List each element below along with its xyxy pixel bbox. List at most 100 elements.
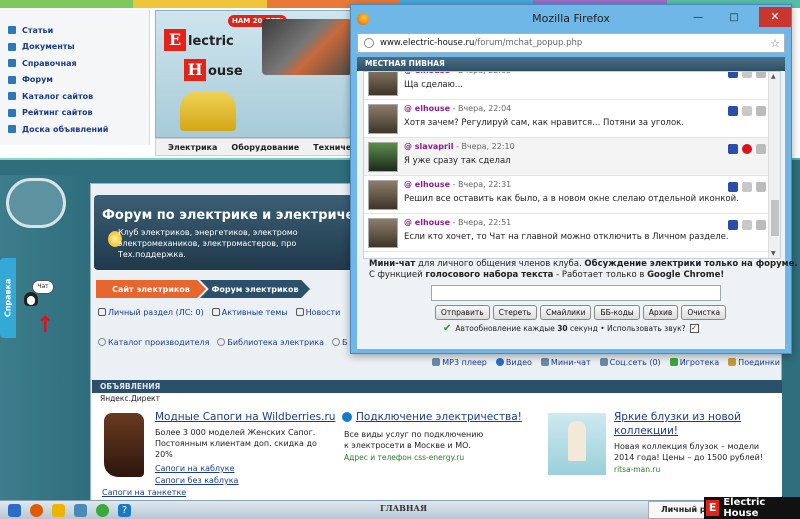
active-topics-link[interactable]: Активные темы	[211, 307, 288, 317]
side-nav-label: Справочная	[22, 58, 77, 68]
ad-blouses-title[interactable]: Яркие блузки из новой	[614, 411, 741, 423]
chat-message-input[interactable]	[431, 285, 721, 301]
erase-button[interactable]: Стереть	[492, 305, 538, 320]
message-user[interactable]: @ elhouse	[404, 218, 450, 227]
help-icon[interactable]: ?	[118, 504, 131, 517]
side-nav-item[interactable]: Доска объявлений	[8, 121, 149, 138]
message-header: @ elhouse - Вчера, 22:04	[404, 104, 511, 113]
duels-link[interactable]: Поединки	[728, 357, 780, 367]
send-button[interactable]: Отправить	[435, 305, 490, 320]
ad-link-wedge[interactable]: Сапоги на танкетке	[102, 487, 186, 499]
pm-icon[interactable]	[728, 72, 738, 78]
ad-electricity-title[interactable]: Подключение электричества!	[356, 411, 522, 423]
ad-blouses-title-2[interactable]: коллекции!	[614, 425, 678, 437]
toolbar-handle[interactable]	[6, 178, 66, 228]
scroll-down-icon[interactable]: ▼	[771, 250, 776, 257]
forum-header: Форум по электрике и электричест Клуб эл…	[94, 195, 370, 270]
clear-button[interactable]: Очистка	[681, 305, 727, 320]
delete-icon[interactable]	[756, 72, 766, 78]
nav-oborudovanie[interactable]: Оборудование	[231, 143, 299, 152]
pm-icon[interactable]	[728, 106, 738, 116]
search-icon	[211, 307, 220, 316]
personal-button[interactable]: Личный р	[648, 501, 708, 519]
tab-forum-electricians[interactable]: Форум электриков	[200, 280, 310, 298]
video-link[interactable]: Видео	[495, 357, 532, 367]
penguin-icon[interactable]	[24, 292, 38, 306]
ad-link-heel[interactable]: Сапоги на каблуке	[155, 463, 235, 475]
message-user[interactable]: @ slavapril	[404, 142, 453, 151]
user-avatar[interactable]	[368, 218, 398, 248]
edit-icon[interactable]	[742, 220, 752, 230]
archive-button[interactable]: Архив	[642, 305, 679, 320]
minimize-button[interactable]: —	[685, 9, 711, 27]
delete-icon[interactable]	[756, 144, 766, 154]
ad-boots-text: Более 3 000 моделей Женских Сапог. Постоя…	[155, 428, 317, 459]
edit-icon[interactable]	[742, 106, 752, 116]
user-avatar[interactable]	[368, 142, 398, 172]
user-avatar[interactable]	[368, 104, 398, 134]
logo-word-1: lectric	[188, 34, 234, 49]
url-bar[interactable]: www.electric-house.ru/forum/mchat_popup.…	[357, 33, 785, 53]
side-nav-item[interactable]: Документы	[8, 39, 149, 56]
user-avatar[interactable]	[368, 72, 398, 96]
tab-site-electricians[interactable]: Сайт электриков	[96, 280, 206, 298]
message-user[interactable]: @ elhouse	[404, 104, 450, 113]
side-nav-item[interactable]: Форум	[8, 72, 149, 89]
ban-icon[interactable]	[742, 144, 752, 154]
more-link[interactable]: Б	[332, 337, 348, 347]
pm-icon[interactable]	[728, 220, 738, 230]
edit-icon[interactable]	[742, 72, 752, 78]
chat-icon[interactable]	[74, 504, 87, 517]
user-avatar[interactable]	[368, 180, 398, 210]
manufacturer-catalog-link[interactable]: Каталог производителя	[98, 337, 209, 347]
delete-icon[interactable]	[756, 106, 766, 116]
nav-electrika[interactable]: Электрика	[168, 143, 217, 152]
people-icon[interactable]	[96, 504, 109, 517]
chat-info-line-1: Мини-чат для личного общения членов клуб…	[369, 259, 798, 269]
message-text: Если кто хочет, то Чат на главной можно …	[404, 232, 729, 242]
electrician-library-link[interactable]: Библиотека электрика	[217, 337, 324, 347]
ad-boots-title[interactable]: Модные Сапоги на Wildberries.ru	[155, 411, 335, 423]
side-nav-item[interactable]: Статьи	[8, 22, 149, 39]
mp3-player-link[interactable]: MP3 плеер	[432, 357, 487, 367]
message-user[interactable]: @ elhouse	[404, 72, 450, 75]
info-icon	[342, 412, 352, 422]
delete-icon[interactable]	[756, 220, 766, 230]
chat-scrollbar[interactable]: ▲ ▼	[768, 72, 780, 258]
message-user[interactable]: @ elhouse	[404, 180, 450, 189]
bookmark-star-icon[interactable]: ☆	[770, 35, 780, 53]
side-nav-item[interactable]: Рейтинг сайтов	[8, 105, 149, 122]
message-text: Решил все оставить как было, а в новом о…	[404, 194, 739, 204]
download-icon[interactable]	[52, 504, 65, 517]
sound-checkbox[interactable]: ✓	[689, 324, 699, 333]
pm-icon[interactable]	[728, 144, 738, 154]
ad-link-noheel[interactable]: Сапоги без каблука	[155, 475, 238, 487]
message-time: - Вчера, 22:51	[450, 218, 512, 227]
forum-title: Форум по электрике и электричест	[102, 208, 370, 223]
games-link[interactable]: Игротека	[669, 357, 719, 367]
monitor-icon[interactable]	[8, 504, 21, 517]
bullet-icon	[8, 42, 16, 51]
scroll-up-icon[interactable]: ▲	[771, 73, 776, 80]
maximize-button[interactable]: □	[721, 9, 747, 27]
help-tab[interactable]: Справка	[0, 258, 16, 338]
main-page-link[interactable]: ГЛАВНАЯ	[380, 503, 427, 513]
delete-icon[interactable]	[756, 182, 766, 192]
edit-icon[interactable]	[742, 182, 752, 192]
bbcodes-button[interactable]: ББ-коды	[594, 305, 640, 320]
pm-icon[interactable]	[728, 182, 738, 192]
site-side-nav: Статьи Документы Справочная Форум Каталог са…	[0, 10, 150, 145]
scroll-thumb[interactable]	[771, 200, 779, 236]
social-link[interactable]: Соц.сеть (0)	[599, 357, 661, 367]
firefox-icon[interactable]	[30, 504, 43, 517]
personal-section-link[interactable]: Личный раздел (ЛС: 0)	[98, 307, 204, 317]
side-nav-item[interactable]: Каталог сайтов	[8, 88, 149, 105]
close-button[interactable]: ✕	[759, 7, 791, 27]
ad-electricity-url[interactable]: Адрес и телефон css-energy.ru	[344, 453, 464, 462]
chat-bubble-icon[interactable]: Чат	[32, 280, 54, 294]
ad-blouses-url[interactable]: ritsa-man.ru	[614, 465, 660, 474]
smilies-button[interactable]: Смайлики	[540, 305, 592, 320]
news-link[interactable]: Новости	[295, 307, 340, 317]
side-nav-item[interactable]: Справочная	[8, 55, 149, 72]
minichat-link[interactable]: Мини-чат	[540, 357, 591, 367]
